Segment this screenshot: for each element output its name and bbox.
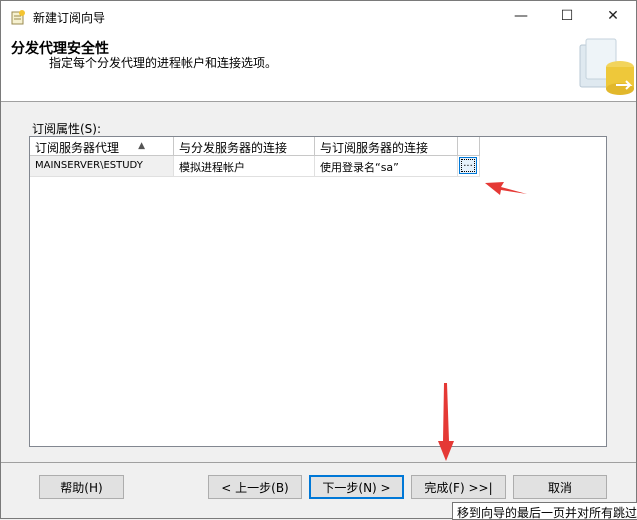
maximize-button[interactable]: ☐ bbox=[544, 1, 590, 31]
finish-tooltip: 移到向导的最后一页并对所有跳过 bbox=[452, 502, 637, 520]
database-logo-icon bbox=[579, 38, 634, 95]
sort-ascending-icon: ▲ bbox=[138, 141, 145, 151]
window-title: 新建订阅向导 bbox=[33, 11, 106, 25]
wizard-window: 新建订阅向导 — ☐ ✕ 分发代理安全性 指定每个分发代理的进程帐户和连接选项。… bbox=[0, 0, 637, 520]
security-settings-ellipsis-button[interactable]: ... bbox=[459, 157, 477, 174]
cell-action: ... bbox=[458, 156, 480, 177]
cancel-button[interactable]: 取消 bbox=[513, 475, 607, 499]
maximize-icon: ☐ bbox=[560, 8, 574, 24]
table-row[interactable]: MAINSERVER\ESTUDY 模拟进程帐户 使用登录名“sa” ... bbox=[30, 156, 480, 177]
wizard-app-icon bbox=[11, 10, 25, 25]
subscription-properties-grid[interactable]: 订阅服务器代理 ▲ 与分发服务器的连接 与订阅服务器的连接 MAINSERVER… bbox=[29, 136, 607, 447]
cell-distributor-connection[interactable]: 模拟进程帐户 bbox=[174, 156, 315, 177]
close-button[interactable]: ✕ bbox=[590, 1, 636, 31]
next-button[interactable]: 下一步(N) > bbox=[309, 475, 404, 499]
finish-button[interactable]: 完成(F) >>| bbox=[411, 475, 506, 499]
close-icon: ✕ bbox=[607, 8, 619, 24]
column-header-action bbox=[458, 137, 480, 156]
minimize-button[interactable]: — bbox=[498, 1, 544, 31]
footer-divider bbox=[1, 462, 636, 463]
page-description: 指定每个分发代理的进程帐户和连接选项。 bbox=[49, 56, 278, 70]
column-header-subscriber-agent[interactable]: 订阅服务器代理 ▲ bbox=[30, 137, 174, 156]
title-bar: 新建订阅向导 — ☐ ✕ bbox=[1, 1, 636, 31]
grid-header: 订阅服务器代理 ▲ 与分发服务器的连接 与订阅服务器的连接 bbox=[30, 137, 480, 156]
minimize-icon: — bbox=[514, 8, 528, 24]
help-button[interactable]: 帮助(H) bbox=[39, 475, 124, 499]
cell-subscriber-agent: MAINSERVER\ESTUDY bbox=[30, 156, 174, 177]
cell-subscriber-connection[interactable]: 使用登录名“sa” bbox=[315, 156, 458, 177]
back-button[interactable]: < 上一步(B) bbox=[208, 475, 302, 499]
column-header-subscriber-connection[interactable]: 与订阅服务器的连接 bbox=[315, 137, 458, 156]
wizard-header: 分发代理安全性 指定每个分发代理的进程帐户和连接选项。 bbox=[1, 31, 636, 102]
subscription-properties-label: 订阅属性(S): bbox=[32, 122, 102, 136]
column-header-distributor-connection[interactable]: 与分发服务器的连接 bbox=[174, 137, 315, 156]
